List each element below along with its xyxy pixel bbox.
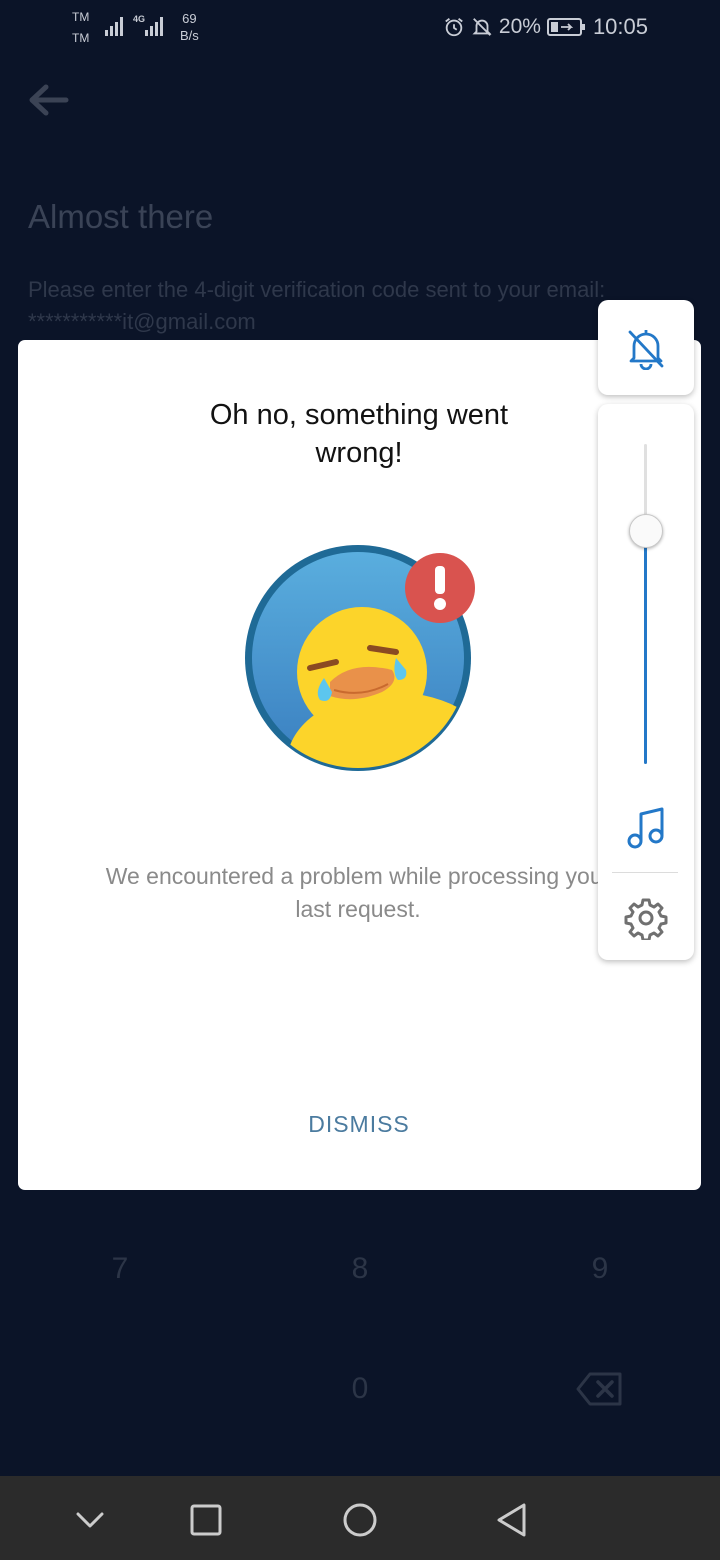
- volume-slider-thumb[interactable]: [629, 514, 663, 549]
- keypad-key-9[interactable]: 9: [570, 1252, 630, 1286]
- alarm-icon: [445, 18, 463, 37]
- bell-off-status-icon: [472, 18, 492, 36]
- keypad-key-7[interactable]: 7: [90, 1252, 150, 1286]
- backspace-icon[interactable]: [576, 1372, 624, 1406]
- gear-icon[interactable]: [624, 896, 668, 940]
- sad-duck-illustration: [245, 545, 475, 771]
- network-speed: 69 B/s: [180, 10, 199, 44]
- chevron-down-icon[interactable]: [68, 1498, 112, 1542]
- carrier-label-1: TM: [72, 10, 90, 24]
- status-right-group: 20% 10:05: [443, 14, 648, 40]
- verification-instruction: Please enter the 4-digit verification co…: [28, 277, 606, 334]
- carrier-label-2: TM: [72, 31, 90, 45]
- status-bar: TM TM 4G 69 B/s 20% 10:05: [0, 0, 720, 56]
- volume-panel: [598, 404, 694, 960]
- system-nav-bar: [0, 1476, 720, 1560]
- mute-toggle[interactable]: [598, 300, 694, 395]
- network-speed-value: 69: [182, 11, 197, 26]
- keypad-key-8[interactable]: 8: [330, 1252, 390, 1286]
- home-circle-icon[interactable]: [338, 1498, 382, 1542]
- network-speed-unit: B/s: [180, 28, 199, 43]
- dismiss-button[interactable]: DISMISS: [278, 1104, 440, 1144]
- battery-percent: 20%: [498, 15, 541, 38]
- music-note-icon[interactable]: [626, 806, 666, 850]
- volume-slider-fill: [644, 530, 647, 764]
- page-title: Almost there: [28, 198, 214, 235]
- keypad-key-0[interactable]: 0: [330, 1372, 390, 1406]
- clock: 10:05: [592, 14, 648, 39]
- dialog-title: Oh no, something went wrong!: [209, 399, 509, 469]
- volume-slider-track[interactable]: [644, 444, 647, 764]
- signal-icon-1: [105, 17, 123, 36]
- recents-square-icon[interactable]: [184, 1498, 228, 1542]
- back-arrow-icon[interactable]: [26, 82, 70, 118]
- panel-divider: [612, 872, 678, 873]
- battery-icon: [546, 18, 585, 36]
- back-triangle-icon[interactable]: [490, 1498, 534, 1542]
- dialog-message: We encountered a problem while processin…: [105, 863, 611, 922]
- signal-icon-2: [145, 17, 163, 36]
- bell-off-icon: [628, 330, 664, 370]
